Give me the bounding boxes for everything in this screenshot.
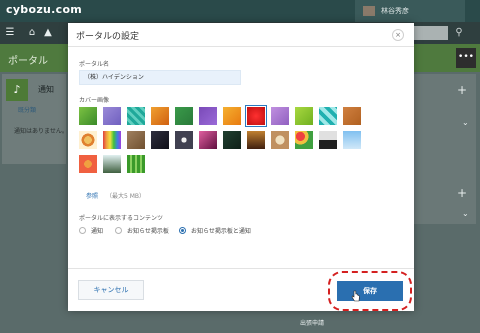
notification-link[interactable]: 既分類 [18,105,36,114]
list-item[interactable]: 出張申請 [300,318,420,332]
cover-latte-art[interactable] [271,131,289,149]
radio-button[interactable] [115,227,122,234]
cover-rainbow-stripes[interactable] [103,131,121,149]
add-icon[interactable]: + [457,186,467,200]
cover-orange-tiles[interactable] [343,107,361,125]
dialog-header: ポータルの設定 × [68,23,414,47]
radio-button[interactable] [79,227,86,234]
cover-red-flower[interactable] [245,105,267,127]
save-button[interactable]: 保存 [337,281,403,301]
max-size-note: （最大5 MB） [106,193,146,200]
chevron-down-icon[interactable]: ⌄ [462,118,469,127]
close-icon[interactable]: × [392,29,404,41]
radio-label: お知らせ掲示板 [127,228,169,235]
cover-brown-gradient[interactable] [247,131,265,149]
cover-green-leaves[interactable] [79,107,97,125]
radio-bulletin[interactable]: お知らせ掲示板 [115,226,185,236]
notification-title: 通知 [38,85,54,94]
cover-blossom[interactable] [79,155,97,173]
cover-green-diamond[interactable] [175,107,193,125]
hand-cursor-icon [351,290,360,302]
menu-icon[interactable]: ☰ [4,27,16,39]
cover-palm-tree[interactable] [103,155,121,173]
cover-green-dark[interactable] [223,131,241,149]
radio-label: お知らせ掲示板と通知 [191,228,251,235]
cover-image-label: カバー画像 [79,97,110,104]
cover-blue-sky[interactable] [343,131,361,149]
cover-orange-texture[interactable] [151,107,169,125]
cover-brown-texture[interactable] [127,131,145,149]
chevron-down-icon[interactable]: ⌄ [462,209,469,218]
portal-settings-dialog: ポータルの設定 × ポータル名 （株）ハイデンション カバー画像 参照 （最大5… [68,23,414,311]
dialog-title: ポータルの設定 [76,32,140,42]
app-logo: cybozu.com [6,3,83,16]
portal-name-label: ポータル名 [79,61,110,68]
cover-teal-checker[interactable] [319,107,337,125]
cover-orange-abstract[interactable] [223,107,241,125]
notification-bell-icon: ♪ [6,79,28,101]
cover-purple-swirl[interactable] [271,107,289,125]
cover-colorful-balloons[interactable] [295,131,313,149]
cancel-button[interactable]: キャンセル [78,280,144,300]
notification-message: 通知はありません。 [14,128,68,135]
cover-teal-pattern[interactable] [127,107,145,125]
search-icon[interactable]: ⚲ [450,25,468,41]
radio-bulletin-and-notification[interactable]: お知らせ掲示板と通知 [179,226,269,236]
radio-notification[interactable]: 通知 [79,226,119,236]
avatar [363,6,375,16]
portal-name-input[interactable]: （株）ハイデンション [79,70,241,85]
radio-button[interactable] [179,227,186,234]
cover-circle-pattern[interactable] [79,131,97,149]
cover-dark-night[interactable] [151,131,169,149]
cover-violet-blocks[interactable] [199,107,217,125]
bell-icon[interactable]: ▲ [42,27,54,39]
top-bar: cybozu.com 林谷秀彦 [0,0,480,22]
search-input[interactable] [412,26,448,40]
content-label: ポータルに表示するコンテンツ [79,215,164,222]
cover-pink-abstract[interactable] [199,131,217,149]
home-icon[interactable]: ⌂ [26,27,38,39]
browse-link[interactable]: 参照 [86,191,98,200]
add-icon[interactable]: + [457,83,467,97]
cover-floral-pattern[interactable] [175,131,193,149]
user-menu[interactable]: 林谷秀彦 [355,0,465,22]
divider [68,268,414,269]
user-name: 林谷秀彦 [381,7,409,15]
cover-purple-gradient[interactable] [103,107,121,125]
cover-black-white-landscape[interactable] [319,131,337,149]
cover-lime-pattern[interactable] [295,107,313,125]
radio-label: 通知 [91,228,104,235]
more-options-button[interactable]: ••• [456,48,476,68]
portal-tab-label: ポータル [8,56,48,67]
cover-bamboo-green[interactable] [127,155,145,173]
